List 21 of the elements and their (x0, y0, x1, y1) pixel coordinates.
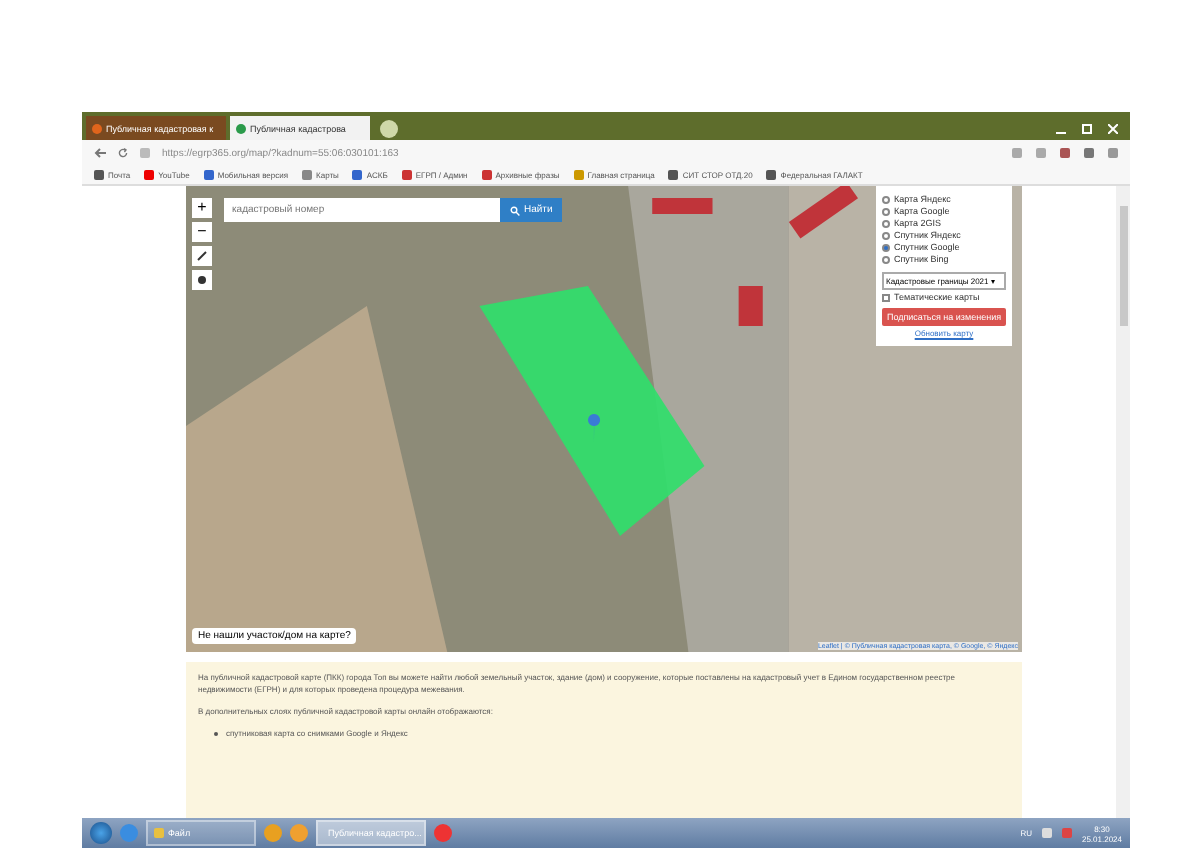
expand-icon (196, 250, 208, 262)
site-icon (236, 123, 246, 133)
site-icon (92, 123, 102, 133)
zoom-in-button[interactable]: + (192, 198, 212, 218)
restore-icon[interactable] (1082, 124, 1092, 134)
scrollbar[interactable] (1116, 186, 1130, 818)
start-button[interactable] (90, 822, 112, 844)
zoom-out-button[interactable]: − (192, 222, 212, 242)
satellite-map[interactable] (186, 186, 1022, 652)
fullscreen-button[interactable] (192, 246, 212, 266)
building-roof (738, 286, 763, 326)
building-roof (652, 198, 713, 214)
target-icon (196, 274, 208, 286)
locate-button[interactable] (192, 270, 212, 290)
reload-icon[interactable] (118, 148, 128, 158)
back-arrow-icon[interactable] (94, 148, 106, 158)
close-icon[interactable] (1108, 124, 1118, 134)
browser-icon[interactable] (120, 824, 138, 842)
parcel-polygon[interactable] (479, 286, 705, 536)
search-icon (510, 205, 520, 215)
new-tab-icon[interactable] (380, 120, 398, 138)
